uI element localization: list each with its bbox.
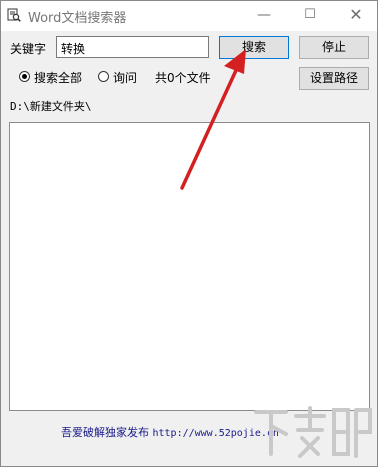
maximize-button[interactable]: ☐	[287, 1, 333, 31]
keyword-label: 关键字	[10, 42, 47, 56]
query-radio[interactable]	[98, 71, 109, 82]
watermark-logo	[254, 406, 372, 458]
search-button[interactable]: 搜索	[219, 36, 289, 59]
window-title: Word文档搜索器	[28, 11, 127, 26]
results-list[interactable]	[9, 122, 370, 411]
publisher-text: 吾爱破解独家发布	[61, 426, 149, 439]
search-all-radio[interactable]	[19, 71, 30, 82]
query-label[interactable]: 询问	[113, 69, 137, 86]
close-button[interactable]: ✕	[333, 1, 377, 31]
app-window: Word文档搜索器 — ☐ ✕ 关键字 转换 搜索 停止 设置路径 搜索全部 询…	[0, 0, 378, 467]
app-icon	[7, 8, 21, 22]
file-count-text: 共0个文件	[155, 71, 211, 85]
stop-button[interactable]: 停止	[299, 36, 369, 59]
footer-credit: 吾爱破解独家发布 http://www.52pojie.cn	[61, 424, 279, 440]
minimize-button[interactable]: —	[241, 1, 287, 31]
keyword-input[interactable]: 转换	[56, 36, 209, 58]
current-path: D:\新建文件夹\	[10, 100, 92, 113]
title-bar[interactable]: Word文档搜索器 — ☐ ✕	[1, 1, 377, 31]
set-path-button[interactable]: 设置路径	[299, 67, 369, 90]
search-all-label[interactable]: 搜索全部	[34, 69, 82, 86]
